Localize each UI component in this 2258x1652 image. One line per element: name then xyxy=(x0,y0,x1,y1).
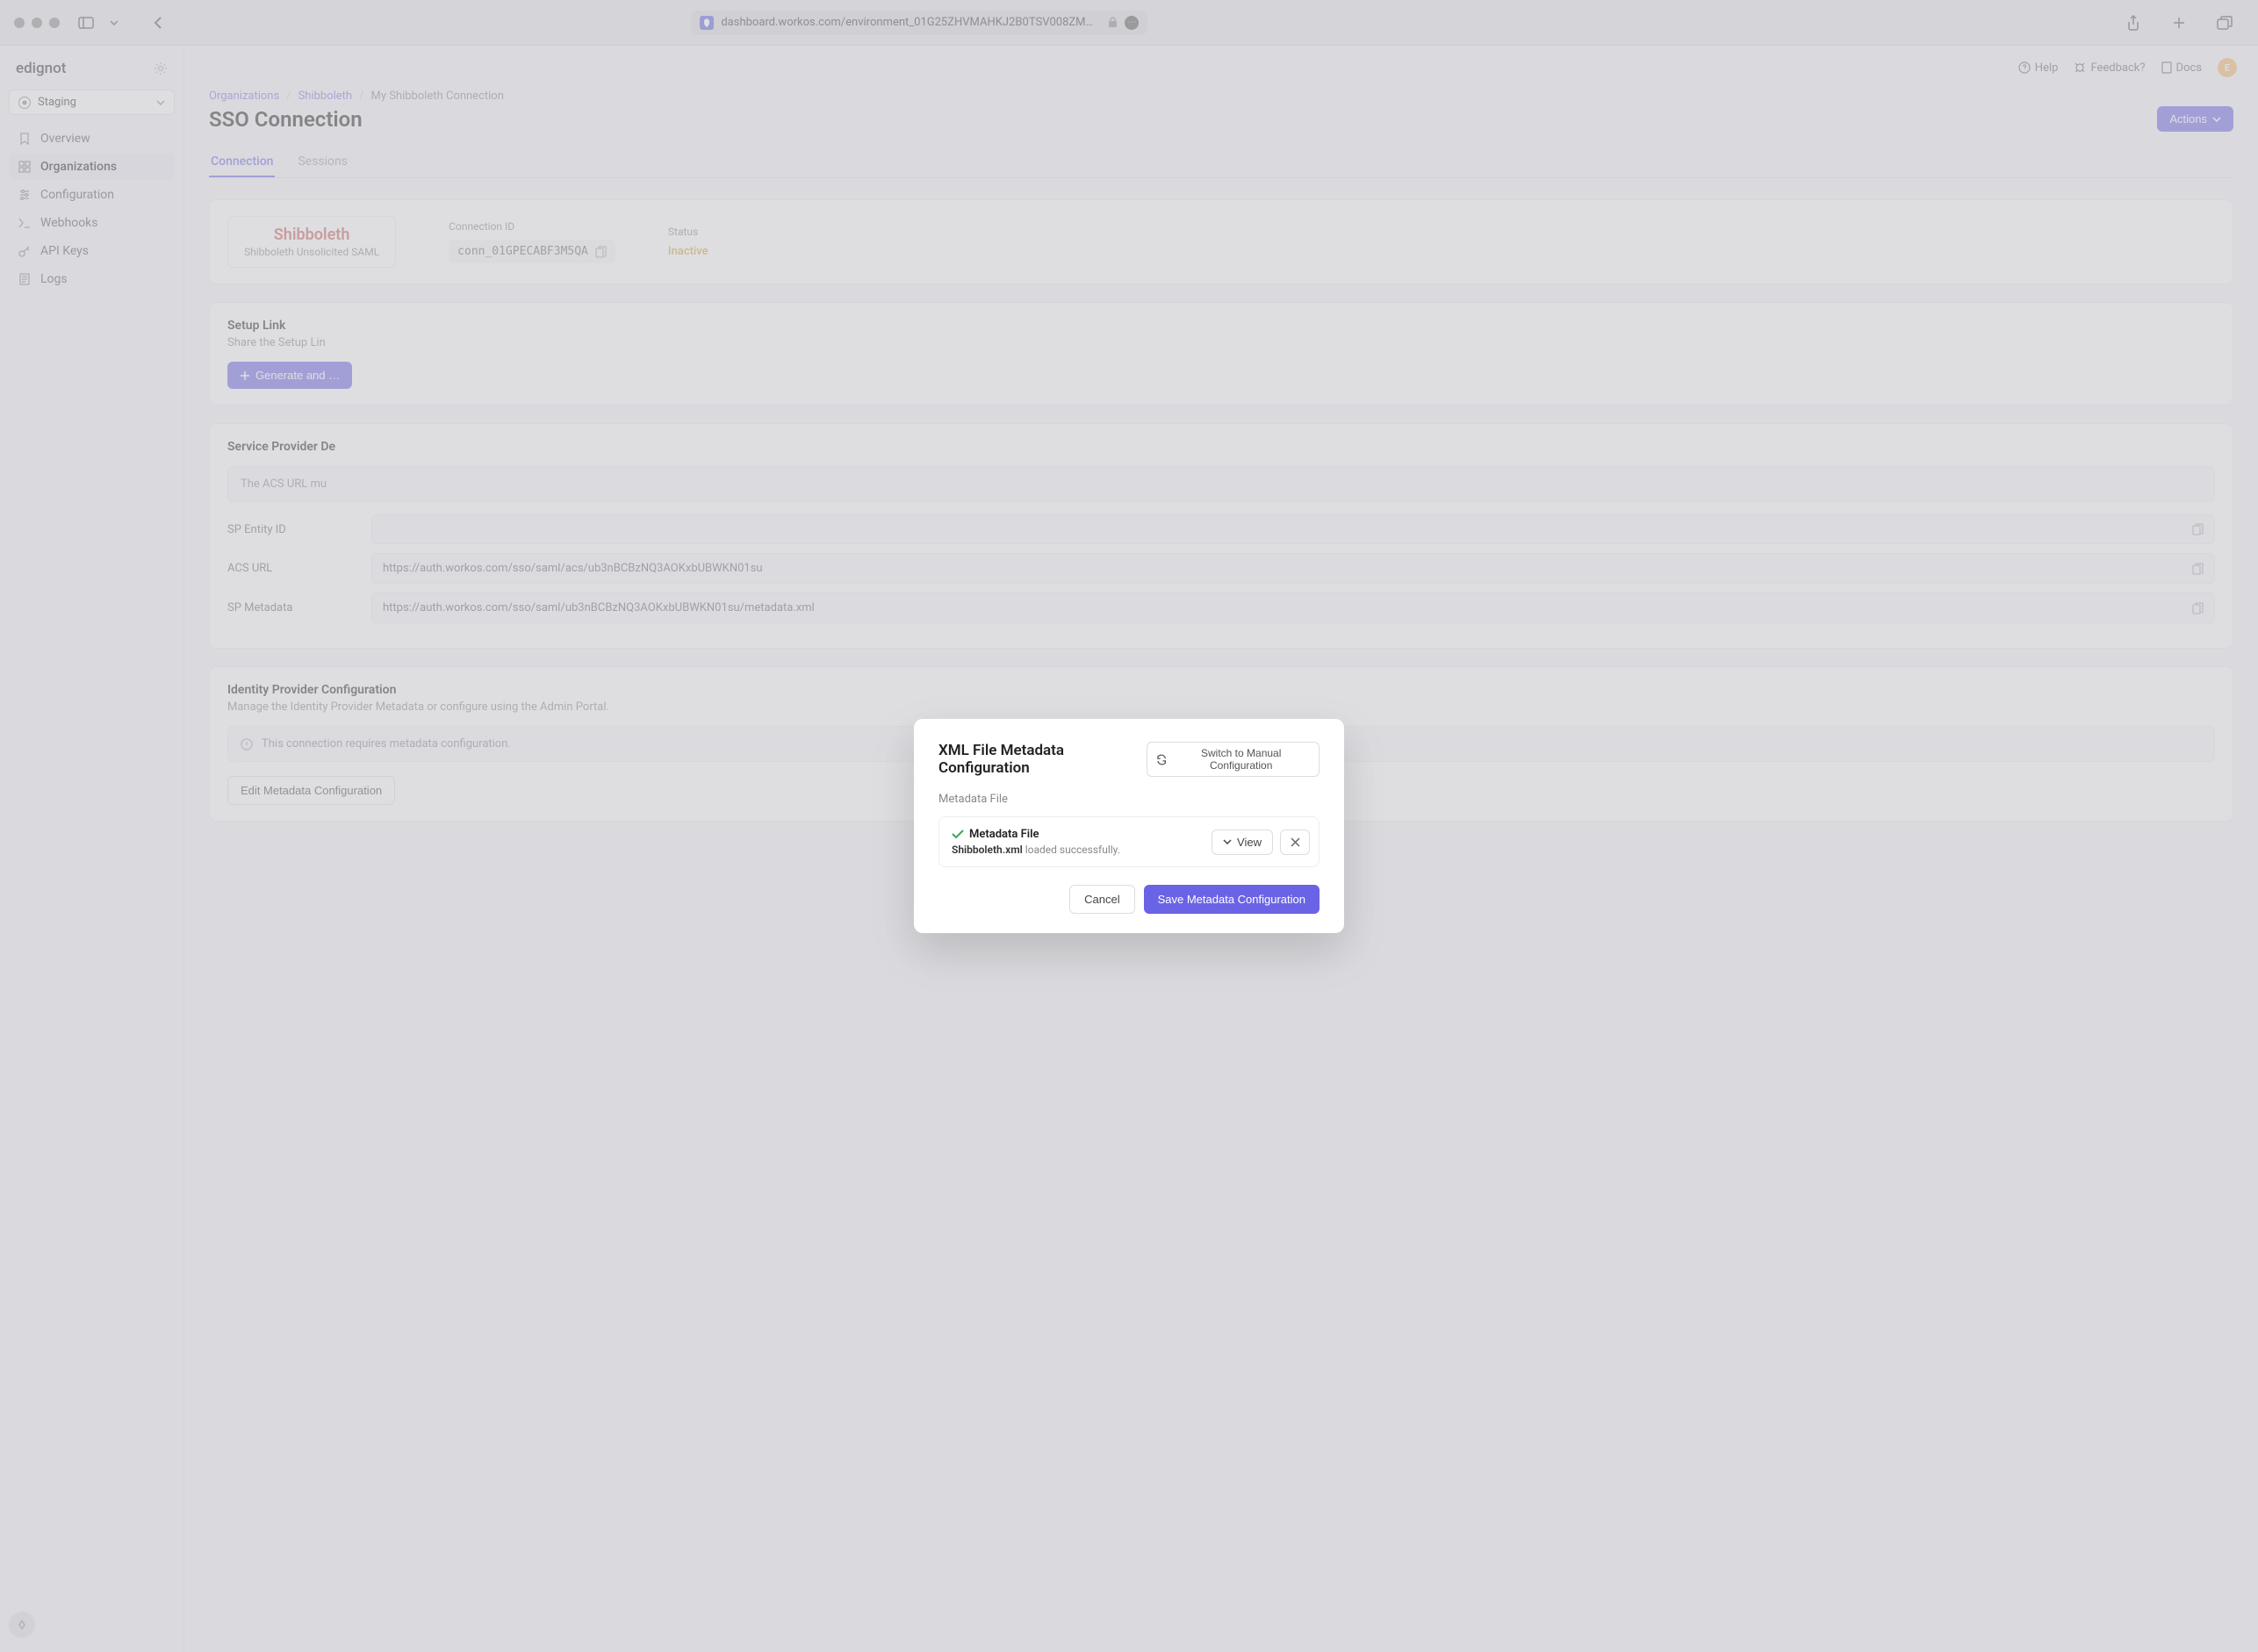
cancel-button[interactable]: Cancel xyxy=(1069,885,1134,914)
metadata-file-title: Metadata File xyxy=(969,828,1039,841)
view-file-button[interactable]: View xyxy=(1212,830,1273,855)
metadata-file-status: Shibboleth.xml loaded successfully. xyxy=(952,844,1199,856)
modal-title: XML File Metadata Configuration xyxy=(938,742,1147,777)
switch-manual-button[interactable]: Switch to Manual Configuration xyxy=(1147,742,1320,777)
modal-overlay[interactable]: XML File Metadata Configuration Switch t… xyxy=(0,0,2258,1652)
metadata-config-modal: XML File Metadata Configuration Switch t… xyxy=(914,719,1344,933)
save-button[interactable]: Save Metadata Configuration xyxy=(1144,885,1320,914)
remove-file-button[interactable] xyxy=(1280,830,1310,855)
check-icon xyxy=(952,830,964,839)
metadata-file-label: Metadata File xyxy=(938,793,1320,806)
metadata-file-row: Metadata File Shibboleth.xml loaded succ… xyxy=(938,816,1320,867)
